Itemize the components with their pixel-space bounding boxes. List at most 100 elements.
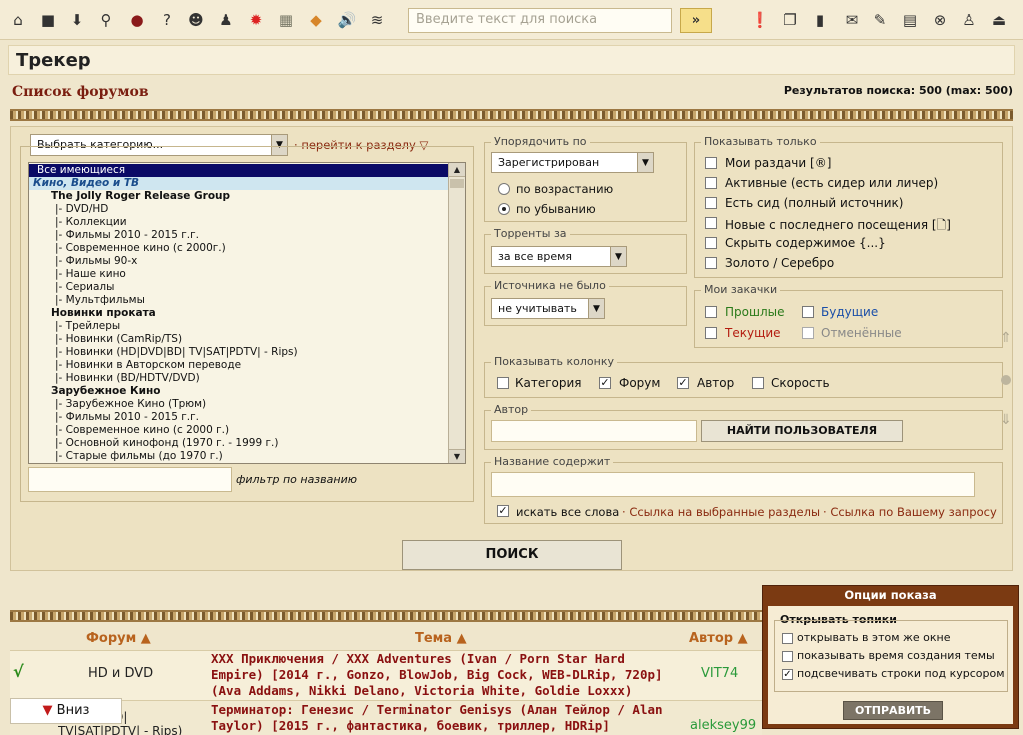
show-only-checkbox[interactable] — [705, 257, 717, 269]
forum-list-item[interactable]: |- DVD/HD — [29, 203, 451, 216]
mail-icon[interactable]: ✉ — [842, 10, 862, 30]
show-only-checkbox[interactable] — [705, 197, 717, 209]
sort-desc-radio[interactable] — [498, 203, 510, 215]
column-forum-checkbox[interactable]: ✓ — [599, 377, 611, 389]
torrents-for-select[interactable]: за все время ▼ — [491, 246, 627, 267]
downloads-current-label: Текущие — [725, 326, 781, 340]
forum-list-item[interactable]: |- Новинки (CamRip/TS) — [29, 333, 451, 346]
forum-list-item[interactable]: |- Фильмы 2010 - 2015 г.г. — [29, 229, 451, 242]
all-words-checkbox[interactable]: ✓ — [497, 505, 509, 517]
forum-list-item[interactable]: |- Фильмы 90-х — [29, 255, 451, 268]
link-your-query[interactable]: · Ссылка по Вашему запросу — [823, 505, 997, 519]
edit-icon[interactable]: ✎ — [870, 10, 890, 30]
title-contains-input[interactable] — [491, 472, 975, 497]
alert-icon[interactable]: ❗ — [750, 10, 770, 30]
document-icon[interactable]: ▤ — [900, 10, 920, 30]
search-button[interactable]: ПОИСК — [402, 540, 622, 570]
forum-list-scrollbar[interactable]: ▲ ▼ — [448, 163, 465, 463]
users-icon[interactable]: ☻ — [186, 10, 206, 30]
row-author[interactable]: aleksey99 — [690, 718, 756, 733]
downloads-current-checkbox[interactable] — [705, 327, 717, 339]
scroll-bottom-icon[interactable]: ⇓ — [997, 412, 1015, 430]
scroll-thumb[interactable] — [450, 179, 464, 188]
scroll-up-icon[interactable]: ▲ — [449, 163, 465, 177]
close-icon[interactable]: ⊗ — [930, 10, 950, 30]
forum-list-item[interactable]: |- Сериалы — [29, 281, 451, 294]
downloads-past-checkbox[interactable] — [705, 306, 717, 318]
speaker-icon[interactable]: 🔊 — [337, 10, 357, 30]
header-forum[interactable]: Форум ▲ — [86, 631, 151, 646]
open-same-window-checkbox[interactable] — [782, 633, 793, 644]
forum-list-item[interactable]: |- Новинки (BD/HDTV/DVD) — [29, 372, 451, 385]
forum-list-item[interactable]: |- Современное кино (с 2000 г.) — [29, 424, 451, 437]
row-status-mark: √ — [13, 662, 24, 681]
downloads-future-checkbox[interactable] — [802, 306, 814, 318]
forum-listbox[interactable]: Все имеющиеся Кино, Видео и ТВ The Jolly R… — [28, 162, 466, 464]
download-icon[interactable]: ⬇ — [67, 10, 87, 30]
home-icon[interactable]: ⌂ — [8, 10, 28, 30]
scroll-down-icon[interactable]: ▼ — [449, 449, 465, 463]
scroll-top-icon[interactable]: ⇑ — [997, 330, 1015, 348]
logout-icon[interactable]: ⏏ — [989, 10, 1009, 30]
sort-asc-radio[interactable] — [498, 183, 510, 195]
header-author[interactable]: Автор ▲ — [689, 631, 748, 646]
forum-group-item[interactable]: Кино, Видео и ТВ — [29, 177, 451, 190]
show-created-time-checkbox[interactable] — [782, 651, 793, 662]
scroll-down-button[interactable]: ▼ Вниз — [10, 698, 122, 724]
submit-options-button[interactable]: ОТПРАВИТЬ — [843, 701, 943, 720]
chat-icon[interactable]: ■ — [38, 10, 58, 30]
column-author-checkbox[interactable]: ✓ — [677, 377, 689, 389]
search-input[interactable]: Введите текст для поиска — [408, 8, 672, 33]
column-speed-checkbox[interactable] — [752, 377, 764, 389]
copy-icon[interactable]: ❐ — [780, 10, 800, 30]
forum-list-item[interactable]: |- Наше кино — [29, 268, 451, 281]
sun-icon[interactable]: ✹ — [246, 10, 266, 30]
forum-list-item[interactable]: Все имеющиеся — [29, 164, 451, 177]
forum-list-item[interactable]: |- Зарубежное Кино (Трюм) — [29, 398, 451, 411]
show-only-label: Активные (есть сидер или личер) — [725, 176, 939, 190]
forum-group-item[interactable]: Новинки проката — [29, 307, 451, 320]
forum-group-item[interactable]: Зарубежное Кино — [29, 385, 451, 398]
forum-list-item[interactable]: |- Трейлеры — [29, 320, 451, 333]
forum-list-item[interactable]: |- Фильмы 2010 - 2015 г.г. — [29, 411, 451, 424]
no-source-select[interactable]: не учитывать ▼ — [491, 298, 605, 319]
user-pair-icon[interactable]: ♟ — [216, 10, 236, 30]
forum-list-item[interactable]: |- Новинки в Авторском переводе — [29, 359, 451, 372]
author-input[interactable] — [491, 420, 697, 442]
forum-list-item[interactable]: |- Новинки (HD|DVD|BD| TV|SAT|PDTV| - Ri… — [29, 346, 451, 359]
forum-list-item[interactable]: |- Коллекции — [29, 216, 451, 229]
forum-list-item[interactable]: |- Основной кинофонд (1970 г. - 1999 г.) — [29, 437, 451, 450]
forum-list-item[interactable]: |- Современное кино (с 2000г.) — [29, 242, 451, 255]
row-author[interactable]: VIT74 — [701, 666, 738, 681]
calendar-icon[interactable]: ▦ — [276, 10, 296, 30]
scroll-dot[interactable] — [1001, 375, 1011, 385]
bookmark-icon[interactable]: ▮ — [810, 10, 830, 30]
show-only-checkbox[interactable] — [705, 217, 717, 229]
search-icon[interactable]: ⚲ — [96, 10, 116, 30]
record-icon[interactable]: ● — [127, 10, 147, 30]
highlight-rows-checkbox[interactable]: ✓ — [782, 669, 793, 680]
row-topic-link[interactable]: XXX Приключения / XXX Adventures (Ivan /… — [211, 651, 681, 699]
show-only-checkbox[interactable] — [705, 177, 717, 189]
tag-icon[interactable]: ◆ — [306, 10, 326, 30]
search-go-button[interactable]: » — [680, 8, 712, 33]
header-topic[interactable]: Тема ▲ — [415, 631, 467, 646]
help-icon[interactable]: ? — [157, 10, 177, 30]
downloads-cancelled-checkbox[interactable] — [802, 327, 814, 339]
rss-icon[interactable]: ≋ — [367, 10, 387, 30]
forum-list-item[interactable]: |- Старые фильмы (до 1970 г.) — [29, 450, 451, 463]
person-icon[interactable]: ♙ — [959, 10, 979, 30]
column-category-checkbox[interactable] — [497, 377, 509, 389]
row-forum[interactable]: HD и DVD — [88, 666, 153, 681]
forum-group-item[interactable]: The Jolly Roger Release Group — [29, 190, 451, 203]
sort-select[interactable]: Зарегистрирован ▼ — [491, 152, 654, 173]
find-user-button[interactable]: НАЙТИ ПОЛЬЗОВАТЕЛЯ — [701, 420, 903, 442]
show-only-checkbox[interactable] — [705, 157, 717, 169]
show-only-checkbox[interactable] — [705, 237, 717, 249]
forum-list-item[interactable]: |- Мультфильмы — [29, 294, 451, 307]
row-topic-link[interactable]: Терминатор: Генезис / Terminator Genisys… — [211, 702, 681, 735]
link-selected-sections[interactable]: · Ссылка на выбранные разделы — [622, 505, 820, 519]
forum-filter-input[interactable] — [28, 467, 232, 492]
search-placeholder: Введите текст для поиска — [416, 12, 598, 27]
page-scroll-widget[interactable]: ⇑ ⇓ — [997, 330, 1015, 430]
